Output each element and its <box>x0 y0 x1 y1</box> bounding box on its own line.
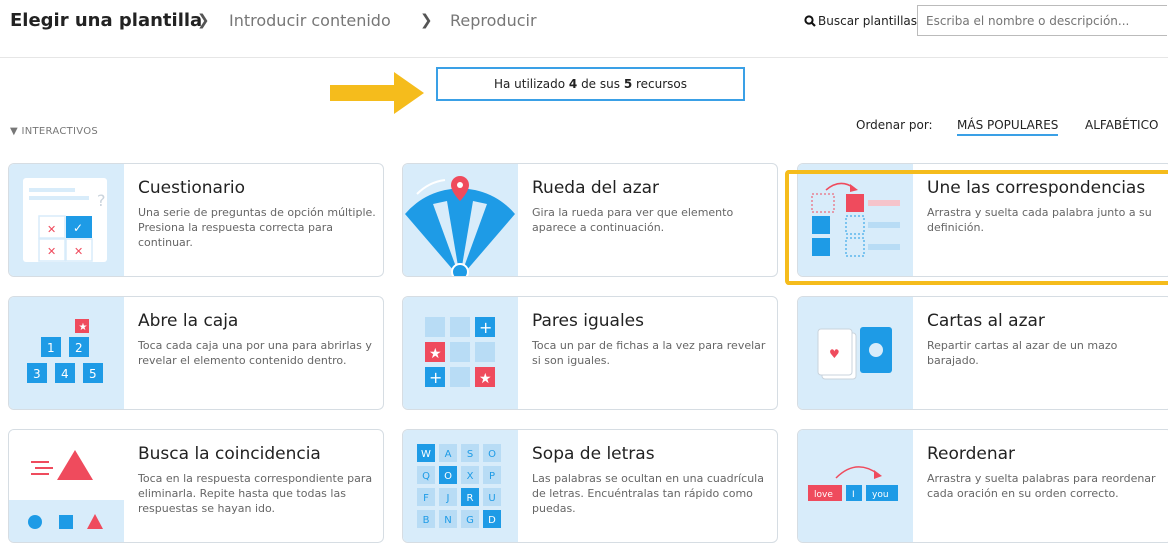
template-card-open-the-box[interactable]: ★ 1 2 3 4 5 Abre la caja Toca cada caja … <box>8 296 384 410</box>
breadcrumb-step-choose-template[interactable]: Elegir una plantilla <box>10 10 202 31</box>
wordsearch-letter: U <box>488 493 495 504</box>
template-thumbnail: ? ✕ ✓ ✕ ✕ <box>9 164 124 276</box>
section-toggle-interactivos[interactable]: ▼ INTERACTIVOS <box>10 126 98 137</box>
wordsearch-letter: Q <box>422 471 430 482</box>
box-number: 4 <box>61 367 69 381</box>
template-card-matching-pairs[interactable]: + ★ + ★ Pares iguales Toca un par de fic… <box>402 296 778 410</box>
wordsearch-letter: B <box>423 515 430 526</box>
template-title: Pares iguales <box>532 311 644 331</box>
sort-option-alphabetical[interactable]: ALFABÉTICO <box>1085 118 1158 132</box>
usage-middle: de sus <box>577 77 624 91</box>
template-thumbnail: ♥ <box>798 297 913 409</box>
search-input[interactable] <box>917 5 1167 36</box>
cards-icon: ♥ <box>817 327 892 380</box>
template-thumbnail <box>403 164 518 276</box>
wordsearch-letter: G <box>466 515 474 526</box>
chevron-right-icon: ❯ <box>197 11 210 29</box>
template-description: Toca cada caja una por una para abrirlas… <box>138 339 372 367</box>
breadcrumb-step-enter-content[interactable]: Introducir contenido <box>229 11 391 30</box>
section-label: INTERACTIVOS <box>21 126 99 137</box>
template-description: Las palabras se ocultan en una cuadrícul… <box>532 472 764 515</box>
template-card-random-wheel[interactable]: Rueda del azar Gira la rueda para ver qu… <box>402 163 778 277</box>
box-number: 2 <box>75 341 83 355</box>
template-thumbnail <box>9 430 124 542</box>
usage-suffix: recursos <box>632 77 688 91</box>
template-title: Cuestionario <box>138 178 246 198</box>
template-thumbnail: ★ 1 2 3 4 5 <box>9 297 124 409</box>
usage-prefix: Ha utilizado <box>493 77 569 91</box>
template-description: Gira la rueda para ver que elemento apar… <box>532 206 734 234</box>
svg-text:✕: ✕ <box>47 223 56 236</box>
wordsearch-letter: J <box>446 493 450 504</box>
box-number: 1 <box>47 341 55 355</box>
wordsearch-letter: O <box>488 449 496 460</box>
svg-text:+: + <box>479 318 492 337</box>
template-title: Abre la caja <box>138 311 239 331</box>
svg-text:★: ★ <box>79 322 88 333</box>
template-description: Repartir cartas al azar de un mazo baraj… <box>927 339 1118 367</box>
box-number: 3 <box>33 367 41 381</box>
template-title: Busca la coincidencia <box>138 444 321 464</box>
quiz-icon: ? ✕ ✓ ✕ ✕ <box>23 178 107 262</box>
sort-option-most-popular[interactable]: MÁS POPULARES <box>957 118 1059 136</box>
template-thumbnail: + ★ + ★ <box>403 297 518 409</box>
header-divider <box>0 57 1168 58</box>
shapes-icon <box>9 430 124 542</box>
template-card-unjumble[interactable]: love I you Reordenar Arrastra y suelta p… <box>797 429 1168 543</box>
template-thumbnail: W A S O Q O X P F J R U B N G D <box>403 430 518 542</box>
wordsearch-letter: W <box>421 449 431 460</box>
template-card-wordsearch[interactable]: W A S O Q O X P F J R U B N G D Sopa de letras Las pala… <box>402 429 778 543</box>
svg-text:♥: ♥ <box>829 347 840 361</box>
pairs-icon: + ★ + ★ <box>425 317 495 387</box>
svg-text:+: + <box>429 368 442 387</box>
reorder-icon: love I you <box>808 466 898 501</box>
template-description: Arrastra y suelta palabras para reordena… <box>927 472 1156 500</box>
svg-text:?: ? <box>97 191 106 210</box>
template-title: Rueda del azar <box>532 178 660 198</box>
template-card-random-cards[interactable]: ♥ Cartas al azar Repartir cartas al azar… <box>797 296 1168 410</box>
svg-text:★: ★ <box>429 346 442 362</box>
template-thumbnail: love I you <box>798 430 913 542</box>
template-description: Una serie de preguntas de opción múltipl… <box>138 206 376 249</box>
breadcrumb-step-play[interactable]: Reproducir <box>450 11 537 30</box>
sort-label: Ordenar por: <box>856 118 933 132</box>
wheel-icon <box>405 176 515 276</box>
search-label: Buscar plantillas: <box>818 14 922 28</box>
template-card-whack-match[interactable]: Busca la coincidencia Toca en la respues… <box>8 429 384 543</box>
top-bar: Elegir una plantilla ❯ Introducir conten… <box>0 0 1168 46</box>
wordsearch-letter: A <box>445 449 452 460</box>
template-title: Reordenar <box>927 444 1016 464</box>
wordsearch-letter: R <box>467 493 474 504</box>
chevron-right-icon: ❯ <box>420 11 433 29</box>
svg-text:★: ★ <box>479 371 492 387</box>
wordsearch-icon: W A S O Q O X P F J R U B N G D <box>417 444 501 528</box>
template-title: Cartas al azar <box>927 311 1045 331</box>
usage-total-count: 5 <box>623 77 633 91</box>
wordsearch-letter: F <box>423 493 429 504</box>
reorder-word: love <box>814 490 833 500</box>
template-title: Sopa de letras <box>532 444 655 464</box>
svg-text:✕: ✕ <box>47 245 56 258</box>
search-icon <box>804 15 816 27</box>
template-description: Toca un par de fichas a la vez para reve… <box>532 339 766 367</box>
usage-notice: Ha utilizado 4 de sus 5 recursos <box>436 67 745 101</box>
wordsearch-letter: P <box>489 471 495 482</box>
wordsearch-letter: D <box>488 515 496 526</box>
template-description: Toca en la respuesta correspondiente par… <box>138 472 373 515</box>
svg-text:✕: ✕ <box>74 245 83 258</box>
reorder-word: you <box>872 490 889 500</box>
usage-used-count: 4 <box>568 77 578 91</box>
wordsearch-letter: S <box>467 449 473 460</box>
caret-down-icon: ▼ <box>10 126 18 137</box>
wordsearch-letter: N <box>444 515 451 526</box>
box-number: 5 <box>89 367 97 381</box>
reorder-word: I <box>852 490 855 500</box>
wordsearch-letter: X <box>467 471 474 482</box>
wordsearch-letter: O <box>444 471 452 482</box>
boxes-icon: ★ 1 2 3 4 5 <box>27 319 103 383</box>
svg-text:✓: ✓ <box>73 221 83 235</box>
highlight-frame <box>785 170 1168 285</box>
arrow-right-icon <box>330 72 424 114</box>
template-card-quiz[interactable]: ? ✕ ✓ ✕ ✕ Cuestionario Una serie de preg… <box>8 163 384 277</box>
